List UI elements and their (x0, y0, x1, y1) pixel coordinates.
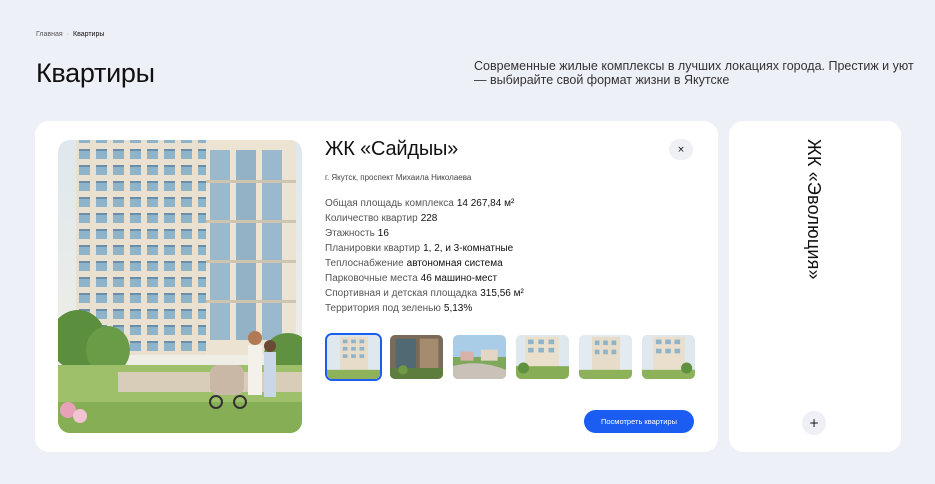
spec-row: Планировки квартир 1, 2, и 3-комнатные (325, 243, 695, 254)
spec-row: Территория под зеленью 5,13% (325, 303, 695, 314)
page-title: Квартиры (36, 58, 155, 88)
page-intro: Современные жилые комплексы в лучших лок… (474, 59, 914, 87)
gallery-thumbnail[interactable] (640, 333, 697, 381)
expand-button[interactable]: + (802, 411, 826, 435)
gallery-thumbnail[interactable] (514, 333, 571, 381)
spec-label: Планировки квартир (325, 243, 421, 254)
spec-value: 1, 2, и 3-комнатные (423, 243, 514, 254)
breadcrumb-separator: · (66, 31, 69, 38)
gallery-thumbnail[interactable] (325, 333, 382, 381)
spec-label: Территория под зеленью (325, 303, 441, 314)
spec-label: Спортивная и детская площадка (325, 288, 478, 299)
spec-value: 315,56 м² (480, 288, 524, 299)
complex-specs: Общая площадь комплекса 14 267,84 м² Коли… (325, 198, 695, 314)
spec-value: 228 (420, 213, 438, 224)
side-complex-name: ЖК «Эволюция» (804, 139, 824, 280)
complex-name: ЖК «Сайдыы» (325, 138, 459, 160)
spec-label: Парковочные места (325, 273, 418, 284)
breadcrumb: Главная · Квартиры (36, 31, 104, 38)
side-complex-card[interactable]: ЖК «Эволюция» + (729, 121, 901, 452)
spec-label: Количество квартир (325, 213, 418, 224)
gallery-thumbnails (325, 333, 697, 381)
close-button[interactable]: × (669, 139, 693, 160)
spec-label: Этажность (325, 228, 375, 239)
complex-info: ЖК «Сайдыы» г. Якутск, проспект Михаила … (325, 138, 695, 314)
complex-address: г. Якутск, проспект Михаила Николаева (325, 173, 472, 182)
complex-hero-image (58, 140, 302, 433)
spec-value: 46 машино-мест (420, 273, 498, 284)
spec-value: 14 267,84 м² (456, 198, 515, 209)
spec-row: Общая площадь комплекса 14 267,84 м² (325, 198, 695, 209)
gallery-thumbnail[interactable] (451, 333, 508, 381)
complex-card: ЖК «Сайдыы» г. Якутск, проспект Михаила … (35, 121, 718, 452)
breadcrumb-current: Квартиры (73, 31, 105, 38)
breadcrumb-home-link[interactable]: Главная (36, 31, 63, 38)
spec-value: автономная система (406, 258, 503, 269)
plus-icon: + (808, 416, 820, 430)
spec-label: Общая площадь комплекса (325, 198, 454, 209)
spec-row: Теплоснабжение автономная система (325, 258, 695, 269)
spec-row: Парковочные места 46 машино-мест (325, 273, 695, 284)
spec-row: Спортивная и детская площадка 315,56 м² (325, 288, 695, 299)
spec-label: Теплоснабжение (325, 258, 404, 269)
close-icon: × (677, 144, 685, 155)
spec-row: Количество квартир 228 (325, 213, 695, 224)
gallery-thumbnail[interactable] (388, 333, 445, 381)
gallery-thumbnail[interactable] (577, 333, 634, 381)
spec-value: 16 (377, 228, 389, 239)
view-apartments-button[interactable]: Посмотреть квартиры (584, 410, 694, 433)
spec-row: Этажность 16 (325, 228, 695, 239)
spec-value: 5,13% (443, 303, 473, 314)
